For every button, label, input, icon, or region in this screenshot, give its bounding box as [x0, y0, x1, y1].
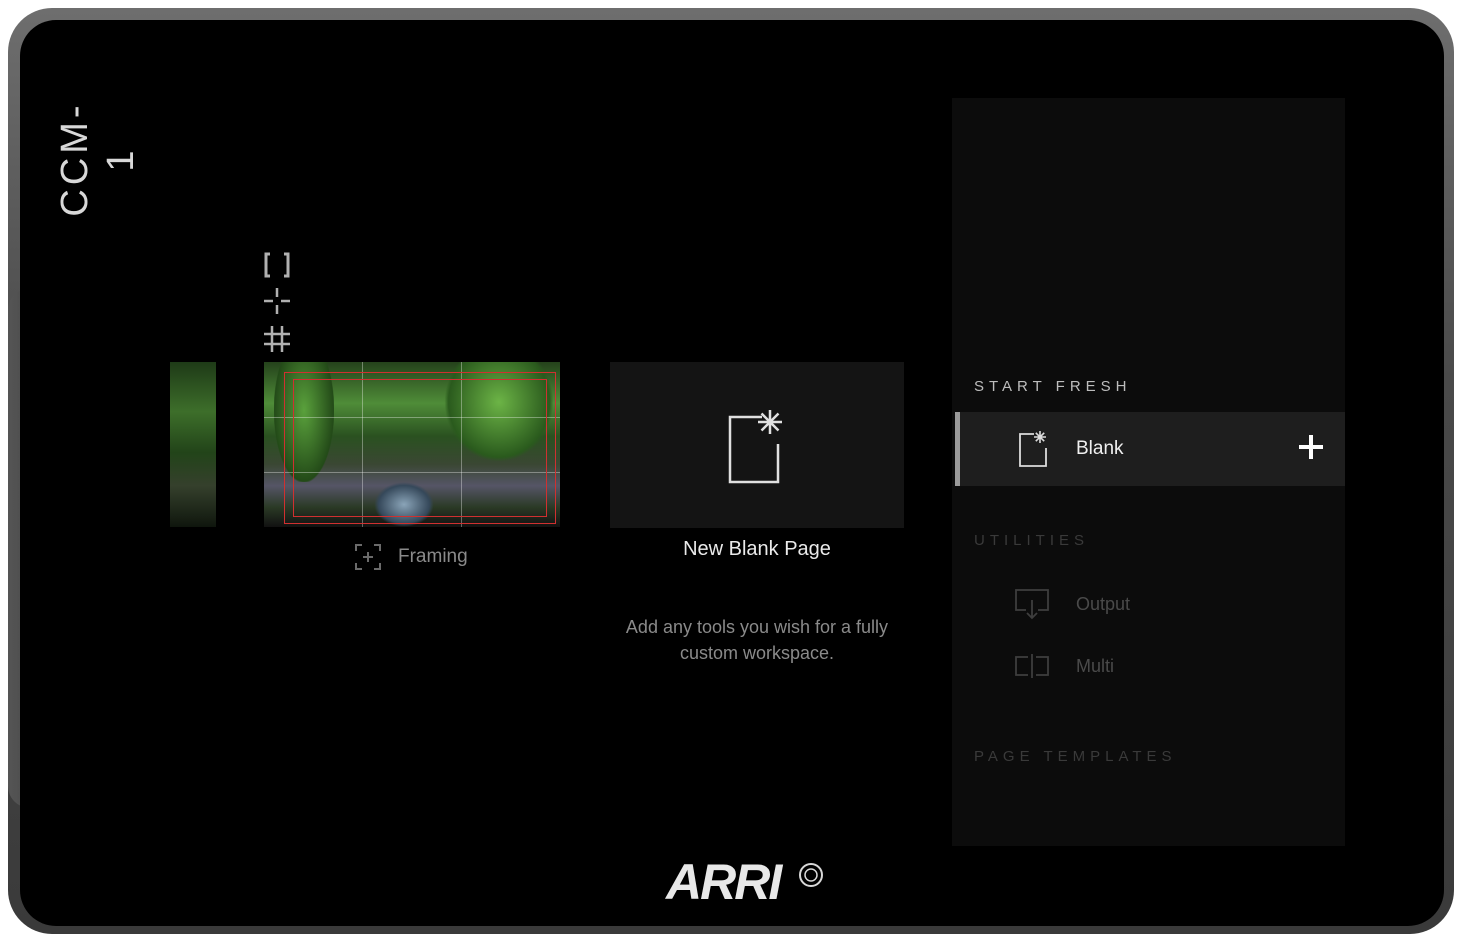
page-templates-heading: PAGE TEMPLATES	[974, 748, 1177, 765]
brand-logo-text: ARRI	[666, 854, 782, 910]
frame-lines-icon[interactable]	[262, 250, 292, 280]
frame-line-inner	[293, 379, 547, 517]
add-icon[interactable]	[1296, 432, 1326, 462]
framing-icon	[354, 543, 382, 571]
grid-icon[interactable]	[262, 324, 292, 354]
blank-page-option[interactable]: Blank	[955, 412, 1345, 486]
brand-seal-icon	[799, 863, 823, 887]
model-label: CCM-1	[54, 101, 142, 217]
new-page-icon	[1018, 430, 1050, 473]
multi-label: Multi	[1076, 655, 1115, 676]
framing-label-text: Framing	[398, 546, 468, 567]
frame-line-outer	[284, 372, 556, 524]
utilities-heading: UTILITIES	[974, 532, 1090, 549]
card-title: New Blank Page	[683, 538, 831, 560]
blank-label: Blank	[1076, 438, 1124, 459]
multi-icon	[1012, 650, 1052, 682]
framing-page-thumbnail[interactable]	[264, 362, 560, 527]
output-label: Output	[1076, 593, 1131, 614]
output-icon	[1012, 588, 1052, 620]
previous-page-thumbnail[interactable]	[170, 362, 216, 527]
output-option[interactable]: Output	[1012, 586, 1130, 622]
center-mark-icon[interactable]	[262, 286, 292, 316]
brand-logo: ARRI	[666, 854, 826, 910]
framing-page-label[interactable]: Framing	[354, 542, 468, 572]
new-page-icon	[726, 406, 788, 491]
multi-option[interactable]: Multi	[1012, 648, 1114, 684]
start-fresh-heading: START FRESH	[974, 378, 1132, 395]
card-description: Add any tools you wish for a fully custo…	[625, 617, 889, 663]
new-blank-page-card[interactable]	[610, 362, 904, 528]
